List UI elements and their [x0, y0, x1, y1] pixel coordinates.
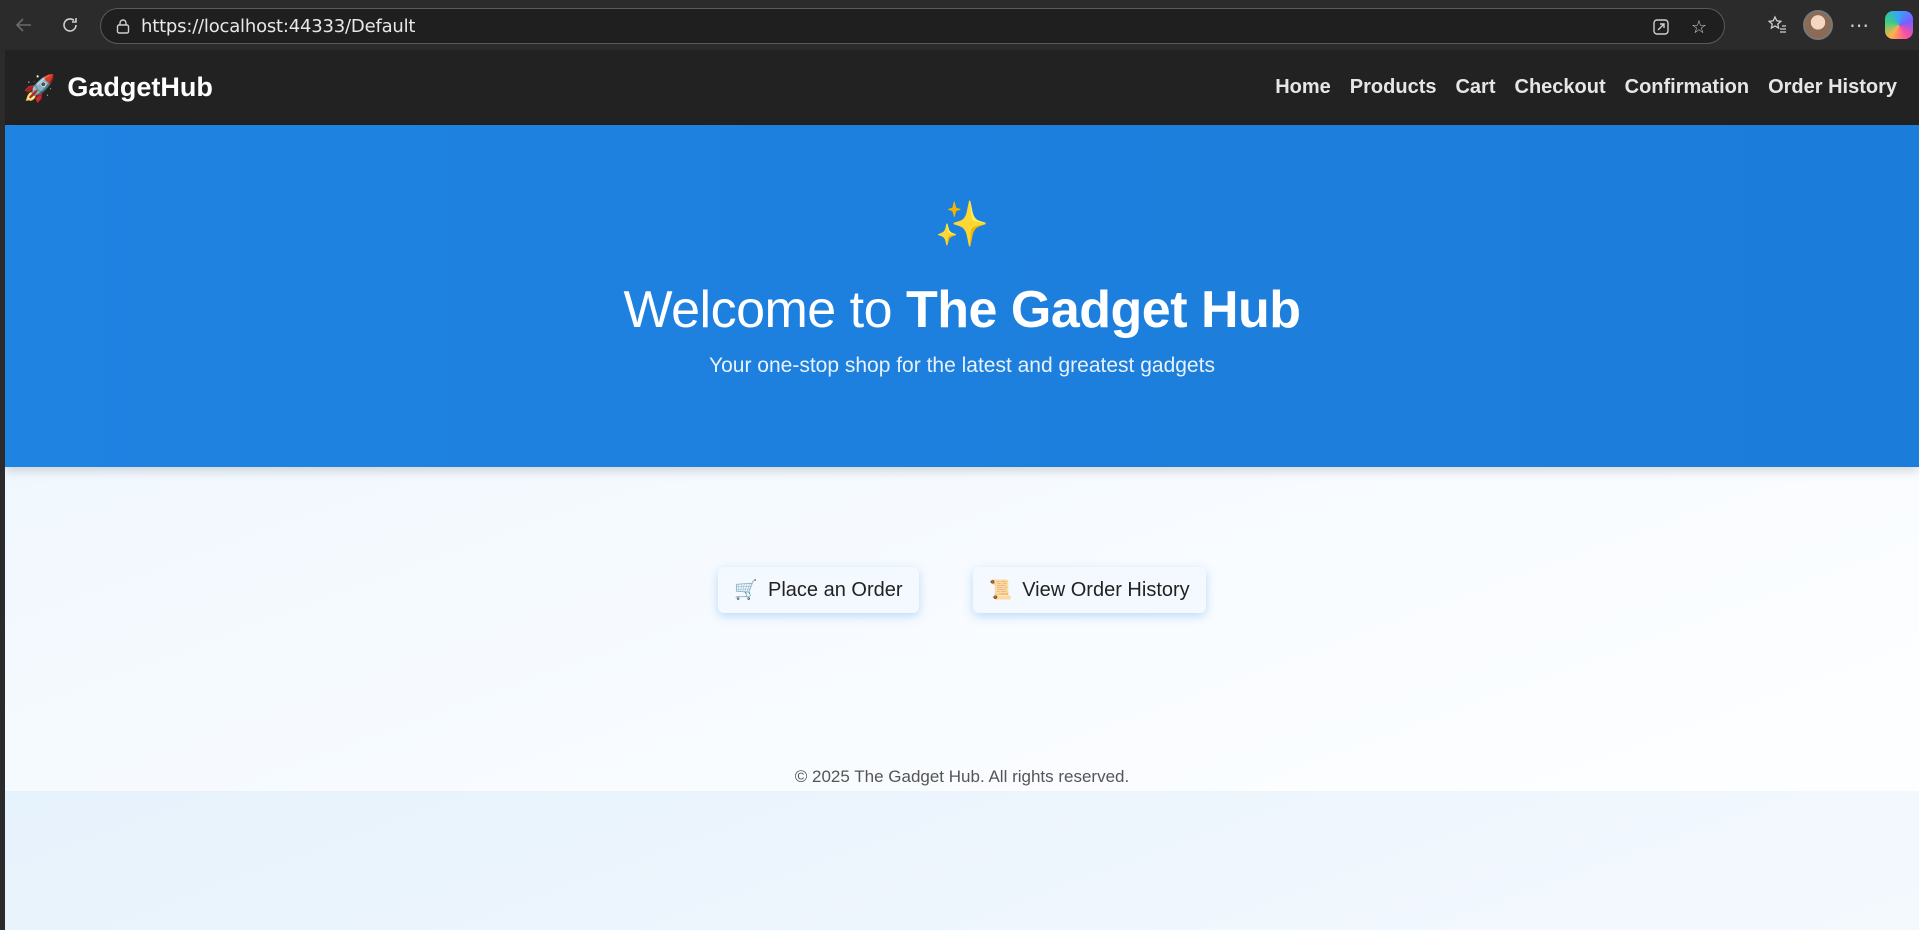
brand[interactable]: 🚀 GadgetHub: [23, 72, 213, 103]
nav-link-order-history[interactable]: Order History: [1768, 76, 1897, 99]
brand-name[interactable]: GadgetHub: [67, 72, 213, 103]
hero-subtitle: Your one-stop shop for the latest and gr…: [709, 354, 1215, 377]
more-icon[interactable]: ⋯: [1841, 7, 1877, 43]
view-order-history-label: View Order History: [1022, 578, 1190, 601]
browser-toolbar: https://localhost:44333/Default ☆ ⋯: [0, 0, 1919, 50]
view-order-history-button[interactable]: 📜 View Order History: [972, 567, 1206, 613]
read-aloud-icon[interactable]: [1646, 12, 1676, 42]
page-viewport: 🚀 GadgetHub Home Products Cart Checkout …: [5, 50, 1919, 930]
hero-banner: ✨ Welcome to The Gadget Hub Your one-sto…: [5, 125, 1919, 467]
scroll-icon: 📜: [988, 580, 1013, 601]
hero-title-brand: The Gadget Hub: [905, 281, 1301, 339]
hero-title: Welcome to The Gadget Hub: [5, 280, 1919, 340]
nav-link-confirmation[interactable]: Confirmation: [1625, 76, 1749, 99]
lock-icon[interactable]: [115, 18, 131, 34]
nav-link-checkout[interactable]: Checkout: [1515, 76, 1606, 99]
back-icon[interactable]: [6, 7, 42, 43]
nav-link-home[interactable]: Home: [1275, 76, 1331, 99]
favorite-star-icon[interactable]: ☆: [1684, 12, 1714, 42]
nav-link-products[interactable]: Products: [1350, 76, 1437, 99]
profile-avatar[interactable]: [1803, 10, 1833, 40]
url-text[interactable]: https://localhost:44333/Default: [141, 16, 415, 37]
rocket-icon: 🚀: [23, 72, 56, 103]
shopping-cart-icon: 🛒: [734, 580, 759, 601]
reload-icon[interactable]: [52, 7, 88, 43]
site-navbar: 🚀 GadgetHub Home Products Cart Checkout …: [5, 50, 1919, 125]
copilot-icon[interactable]: [1885, 11, 1913, 39]
place-order-button[interactable]: 🛒 Place an Order: [718, 567, 919, 613]
footer-copyright: © 2025 The Gadget Hub. All rights reserv…: [794, 767, 1130, 786]
favorites-icon[interactable]: [1759, 7, 1795, 43]
page-lower-background: [5, 791, 1919, 930]
address-bar[interactable]: https://localhost:44333/Default ☆: [100, 8, 1725, 44]
action-buttons: 🛒 Place an Order 📜 View Order History: [5, 567, 1919, 613]
place-order-label: Place an Order: [768, 578, 903, 601]
sparkles-icon: ✨: [934, 200, 990, 249]
nav-link-cart[interactable]: Cart: [1455, 76, 1495, 99]
hero-title-prefix: Welcome to: [623, 281, 906, 339]
nav-links: Home Products Cart Checkout Confirmation…: [1275, 76, 1897, 99]
